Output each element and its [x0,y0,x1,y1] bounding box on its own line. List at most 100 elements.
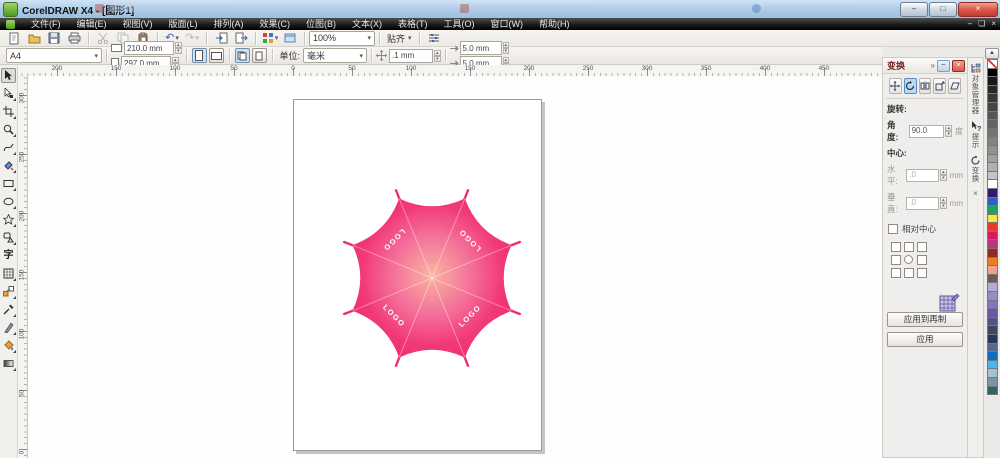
mdi-close-button[interactable]: × [991,18,996,30]
export-button[interactable] [232,31,250,46]
skew-tab[interactable] [948,78,961,94]
anchor-checkbox[interactable] [917,242,927,252]
window-close-button[interactable]: × [958,2,998,17]
palette-scroll-up-button[interactable]: ▲ [985,48,999,59]
apply-button[interactable]: 应用 [887,332,963,347]
spin-down-icon[interactable]: ▾ [175,48,182,54]
options-button[interactable] [425,31,443,46]
cut-button[interactable] [94,31,112,46]
docker-tab-transform[interactable]: 变换 [970,153,981,185]
nudge-spinner[interactable]: ▴ ▾ [434,49,441,62]
mdi-minimize-button[interactable]: – [968,18,972,30]
window-minimize-button[interactable]: – [900,2,928,17]
landscape-button[interactable] [208,48,224,63]
center-h-field[interactable]: .0 [906,168,940,182]
text-tool[interactable]: 字 [1,248,16,263]
spin-down-icon[interactable]: ▾ [940,203,947,209]
anchor-checkbox[interactable] [891,242,901,252]
menu-table[interactable]: 表格(T) [390,18,436,30]
welcome-screen-button[interactable] [281,31,299,46]
anchor-checkbox[interactable] [904,268,914,278]
docker-tab-hints[interactable]: ? 提示 [970,119,981,151]
rectangle-tool[interactable] [1,176,16,191]
crop-tool[interactable] [1,104,16,119]
menu-window[interactable]: 窗口(W) [483,18,532,30]
current-page-button[interactable] [251,48,267,63]
table-tool[interactable] [1,266,16,281]
shape-tool[interactable] [1,86,16,101]
menu-help[interactable]: 帮助(H) [531,18,578,30]
spin-down-icon[interactable]: ▾ [502,48,510,54]
units-combo[interactable]: 毫米 ▾ [303,48,368,63]
menu-edit[interactable]: 编辑(E) [69,18,115,30]
menu-file[interactable]: 文件(F) [23,18,69,30]
new-document-button[interactable] [5,31,23,46]
menu-text[interactable]: 文本(X) [344,18,390,30]
interactive-fill-tool[interactable] [1,356,16,371]
pick-tool[interactable] [1,68,16,83]
spin-down-icon[interactable]: ▾ [945,131,952,137]
smart-fill-tool[interactable] [1,158,16,173]
angle-field[interactable]: 90.0 [908,124,945,138]
vertical-ruler[interactable]: 300 250 200 150 100 50 0 [18,76,28,458]
anchor-checkbox[interactable] [891,255,901,265]
print-button[interactable] [65,31,83,46]
rotation-tab[interactable] [903,78,917,94]
window-maximize-button[interactable]: □ [929,2,957,17]
scale-mirror-tab[interactable] [918,78,932,94]
anchor-checkbox[interactable] [917,255,927,265]
eyedropper-tool[interactable] [1,302,16,317]
outline-pen-tool[interactable] [1,320,16,335]
docker-tab-object-manager[interactable]: 对象管理器 [970,61,981,117]
position-tab[interactable] [889,78,902,94]
freehand-tool[interactable] [1,140,16,155]
color-swatch[interactable] [986,385,998,396]
redo-button[interactable]: ↷ ▾ [183,31,201,46]
center-h-spinner[interactable]: ▴ ▾ [940,169,947,181]
menu-effects[interactable]: 效果(C) [252,18,299,30]
center-v-field[interactable]: .0 [906,196,940,210]
basic-shapes-tool[interactable] [1,230,16,245]
all-pages-button[interactable] [234,48,250,63]
anchor-center-radio[interactable] [904,255,913,264]
menu-bitmaps[interactable]: 位图(B) [298,18,344,30]
application-launcher-button[interactable]: ▾ [261,31,279,46]
apply-to-duplicate-button[interactable]: 应用到再制 [887,312,963,327]
redo-dropdown-arrow[interactable]: ▾ [195,34,199,42]
save-button[interactable] [45,31,63,46]
polygon-tool[interactable] [1,212,16,227]
paper-width-field[interactable]: 210.0 mm [124,41,174,55]
open-document-button[interactable] [25,31,43,46]
portrait-button[interactable] [191,48,207,63]
drawing-canvas[interactable]: LOGO LOGO LOGO LOGO [28,76,882,458]
docker-minimize-button[interactable]: – [937,59,950,72]
tabstrip-close-button[interactable]: × [973,189,978,198]
launcher-dropdown-arrow[interactable]: ▾ [275,34,279,42]
import-button[interactable] [212,31,230,46]
menu-tools[interactable]: 工具(O) [436,18,483,30]
zoom-level-combo[interactable]: 100% ▾ [309,30,375,46]
paper-type-combo[interactable]: A4 ▾ [6,48,102,63]
spin-down-icon[interactable]: ▾ [434,55,441,62]
umbrella-graphic[interactable]: LOGO LOGO LOGO LOGO [332,178,532,378]
relative-center-checkbox[interactable] [888,224,898,234]
zoom-tool[interactable] [1,122,16,137]
angle-spinner[interactable]: ▴ ▾ [945,125,952,137]
nudge-offset-field[interactable]: .1 mm [389,48,434,63]
duplicate-x-spinner[interactable]: ▴ ▾ [502,42,510,54]
menu-layout[interactable]: 版面(L) [161,18,206,30]
fill-tool[interactable] [1,338,16,353]
center-v-spinner[interactable]: ▴ ▾ [940,197,947,209]
anchor-checkbox[interactable] [904,242,914,252]
menu-view[interactable]: 视图(V) [115,18,161,30]
anchor-checkbox[interactable] [891,268,901,278]
docker-collapse-button[interactable]: » [931,61,935,70]
paper-width-spinner[interactable]: ▴ ▾ [175,42,182,54]
docker-close-button[interactable]: × [952,59,965,72]
mdi-restore-button[interactable]: ❏ [978,18,985,30]
ellipse-tool[interactable] [1,194,16,209]
anchor-checkbox[interactable] [917,268,927,278]
snap-to-button[interactable]: 贴齐 ▾ [384,32,415,45]
menu-arrange[interactable]: 排列(A) [206,18,252,30]
interactive-blend-tool[interactable] [1,284,16,299]
